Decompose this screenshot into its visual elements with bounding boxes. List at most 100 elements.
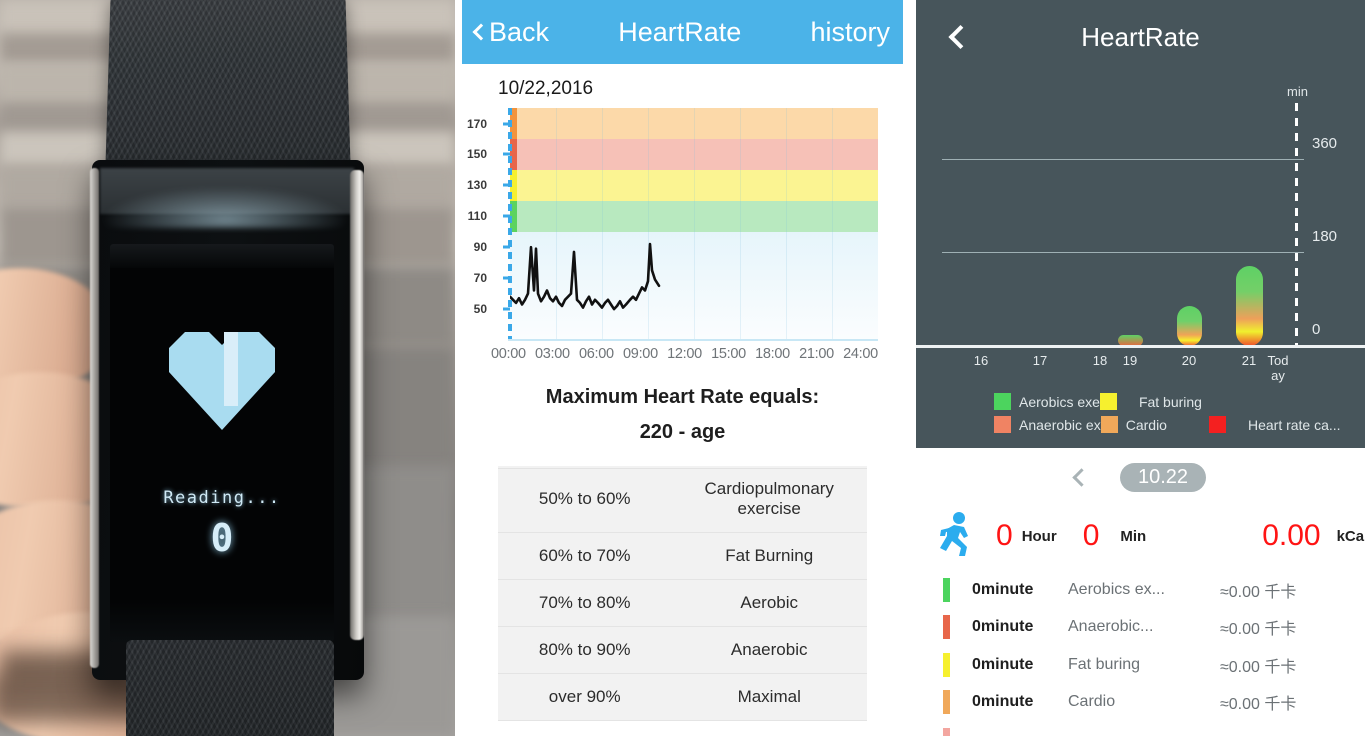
y-tick-label-170: 170: [466, 116, 487, 131]
chart-gridline: [942, 252, 1304, 253]
screen-glare: [100, 186, 350, 228]
list-item[interactable]: 0minute Aerobics ex... ≈0.00 千卡: [916, 571, 1365, 609]
y-tick-label-130: 130: [466, 178, 487, 193]
row-kcal: ≈0.00 千卡: [1220, 658, 1297, 676]
selected-date-pill[interactable]: 10.22: [1119, 462, 1207, 492]
legend-swatch-cardio: [1100, 416, 1118, 433]
hours-value: 0: [996, 519, 1013, 552]
bar-21[interactable]: [1236, 266, 1263, 346]
legend-label-anaerobic: Anaerobic ex: [1019, 416, 1101, 433]
y-tick-label-110: 110: [467, 209, 487, 224]
y-tick-110: [503, 214, 510, 218]
y-tick-90: [503, 245, 510, 249]
chevron-left-icon[interactable]: [1072, 467, 1091, 487]
table-row: 80% to 90% Anaerobic: [498, 626, 867, 674]
x-tick-label: 15:00: [711, 346, 746, 362]
x-tick-label-16: 16: [973, 353, 989, 368]
today-marker-line: [1295, 103, 1298, 346]
y-axis-unit-label: min: [1287, 84, 1308, 99]
y-tick-70: [503, 276, 510, 280]
chart-x-axis: [508, 339, 878, 341]
row-minutes: 0minute: [972, 580, 1034, 598]
list-item-partial[interactable]: [916, 721, 1365, 736]
chevron-left-icon: [472, 23, 490, 41]
legend-swatch-fatburning: [1099, 393, 1117, 410]
legend-swatch-heartratecal: [1208, 416, 1226, 433]
watch-bezel-left: [90, 168, 99, 668]
chart-legend: Aerobics exe Fat buring Anaerobic ex Car…: [916, 384, 1365, 448]
x-tick-label: 09:00: [623, 346, 658, 362]
zone-name: Maximal: [671, 673, 867, 721]
table-row: over 90% Maximal: [498, 673, 867, 721]
row-kcal: ≈0.00 千卡: [1220, 583, 1297, 601]
middle-app-panel: Back HeartRate history 10/22,2016 170 15…: [462, 0, 903, 736]
page-title: HeartRate: [618, 16, 742, 47]
zone-percent: 60% to 70%: [498, 532, 672, 580]
legend-row: Aerobics exe Fat buring: [916, 390, 1365, 413]
back-button-label: Back: [489, 16, 550, 47]
x-tick-label-19: 19: [1122, 353, 1138, 368]
watch-band-top: [105, 0, 351, 178]
weekly-activity-chart[interactable]: min 360 180 0 16 17 18 19 20 21 Tod ay: [916, 74, 1365, 384]
x-tick-label: 18:00: [755, 346, 790, 362]
chart-plot-area: 170 150 130 110 90 70 50: [467, 108, 878, 341]
screen-top-edge: [110, 244, 334, 268]
watch-hr-value: 0: [210, 516, 234, 560]
y-tick-label-50: 50: [473, 302, 487, 316]
x-tick-label-today: Tod ay: [1267, 353, 1289, 383]
legend-swatch-aerobics: [994, 393, 1011, 410]
activity-breakdown-list: 0minute Aerobics ex... ≈0.00 千卡 0minute …: [916, 567, 1365, 736]
wearable-photo-panel: Reading... 0: [0, 0, 456, 736]
heart-rate-chart[interactable]: 10/22,2016 170 150 130 110 90 70 50 00:0…: [462, 64, 903, 469]
zone-percent: 50% to 60%: [498, 466, 672, 533]
zone-name: Aerobic: [671, 579, 867, 627]
history-button[interactable]: history: [810, 17, 890, 48]
chart-gridline: [942, 159, 1304, 160]
zone-percent: 70% to 80%: [498, 579, 672, 627]
legend-label-heartratecal: Heart rate ca...: [1247, 416, 1341, 433]
minutes-unit: Min: [1120, 527, 1147, 545]
zone-color-bar: [943, 577, 950, 602]
max-hr-formula: 220 - age: [639, 421, 726, 443]
y-tick-170: [503, 122, 510, 125]
section-divider: [498, 468, 867, 469]
x-tick-label-21: 21: [1241, 353, 1257, 368]
watch-status-text: Reading...: [163, 488, 281, 508]
y-tick-130: [503, 183, 510, 187]
zone-color-bar: [943, 652, 950, 677]
legend-label-fatburning: Fat buring: [1138, 393, 1202, 410]
x-tick-label: 03:00: [535, 346, 570, 362]
chart-date-label: 10/22,2016: [498, 78, 594, 99]
watch-screen: Reading... 0: [110, 244, 334, 642]
chart-x-axis: [916, 345, 1365, 348]
x-tick-label: 24:00: [843, 346, 878, 362]
zone-color-bar: [943, 727, 950, 736]
back-button[interactable]: Back: [472, 16, 550, 48]
legend-row: Anaerobic ex Cardio Heart rate ca...: [916, 413, 1365, 436]
activity-summary: 0 Hour 0 Min 0.00 kCals: [916, 505, 1365, 567]
list-item[interactable]: 0minute Anaerobic... ≈0.00 千卡: [916, 609, 1365, 647]
list-item[interactable]: 0minute Fat buring ≈0.00 千卡: [916, 646, 1365, 684]
list-item[interactable]: 0minute Cardio ≈0.00 千卡: [916, 684, 1365, 722]
legend-label-aerobics: Aerobics exe: [1019, 393, 1100, 410]
table-row: 60% to 70% Fat Burning: [498, 532, 867, 580]
zone-name: Anaerobic: [671, 626, 867, 674]
x-tick-label: 21:00: [799, 346, 834, 362]
minutes-value: 0: [1082, 519, 1100, 552]
screen-bottom-edge: [110, 602, 334, 642]
zone-name: Cardiopulmonary exercise: [671, 466, 867, 533]
y-tick-label-90: 90: [473, 240, 487, 255]
y-tick-label-360: 360: [1312, 135, 1338, 152]
row-kcal: ≈0.00 千卡: [1220, 696, 1297, 714]
x-tick-label: 12:00: [667, 346, 702, 362]
table-row: 50% to 60% Cardiopulmonary exercise: [498, 466, 867, 533]
x-tick-label: 00:00: [491, 346, 526, 362]
x-tick-label-18: 18: [1092, 353, 1108, 368]
row-kcal: ≈0.00 千卡: [1220, 621, 1297, 639]
row-name: Anaerobic...: [1068, 618, 1154, 636]
row-name: Cardio: [1068, 693, 1116, 711]
right-app-panel: HeartRate min 360 180 0 16 17 18 19 20 2…: [916, 0, 1365, 736]
dark-navigation-bar: HeartRate: [916, 0, 1365, 74]
bar-20[interactable]: [1177, 306, 1202, 346]
zone-color-bar: [943, 690, 950, 715]
